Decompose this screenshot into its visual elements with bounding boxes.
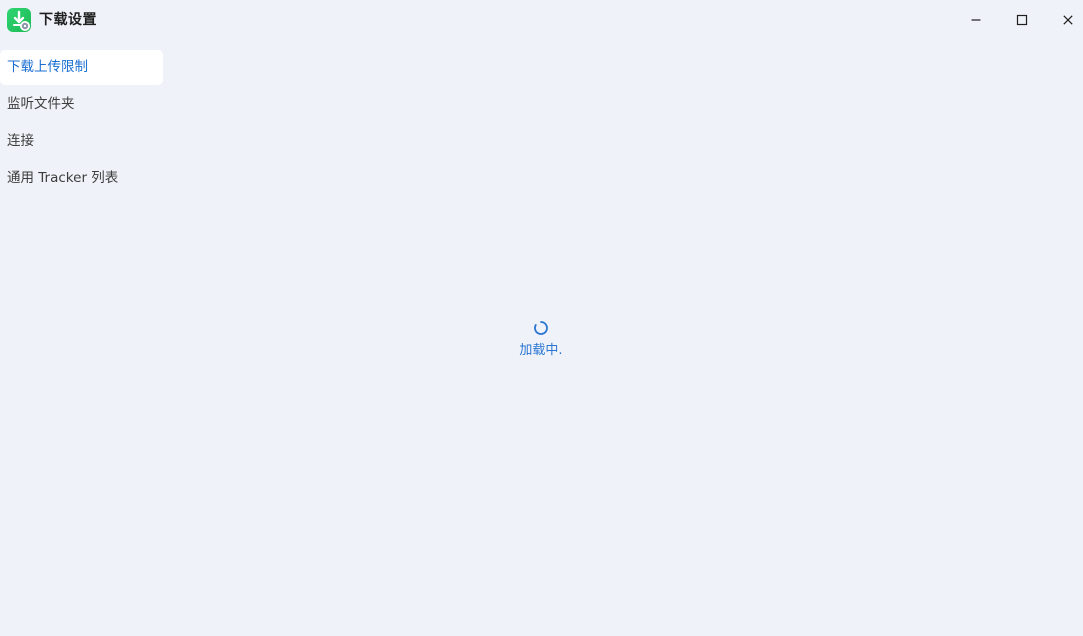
minimize-icon (970, 14, 982, 26)
sidebar-item-connection[interactable]: 连接 (0, 124, 163, 159)
loading-indicator: 加载中. (491, 320, 591, 360)
close-icon (1062, 14, 1074, 26)
settings-sidebar: 下载上传限制 监听文件夹 连接 通用 Tracker 列表 (0, 50, 163, 198)
sidebar-item-tracker-list[interactable]: 通用 Tracker 列表 (0, 161, 163, 196)
loading-text: 加载中. (519, 343, 563, 358)
sidebar-item-speed-limits[interactable]: 下载上传限制 (0, 50, 163, 85)
sidebar-item-watch-folder[interactable]: 监听文件夹 (0, 87, 163, 122)
app-icon (7, 8, 31, 32)
maximize-icon (1016, 14, 1028, 26)
loading-spinner-icon (534, 321, 548, 335)
close-button[interactable] (1050, 4, 1083, 36)
minimize-button[interactable] (958, 4, 994, 36)
title-bar[interactable]: 下载设置 (0, 0, 1083, 40)
window-title: 下载设置 (39, 12, 97, 28)
maximize-button[interactable] (1004, 4, 1040, 36)
download-settings-window: 下载设置 下载上传限制 监听文件夹 连接 通用 Tracker 列表 加载中. (0, 0, 1083, 636)
